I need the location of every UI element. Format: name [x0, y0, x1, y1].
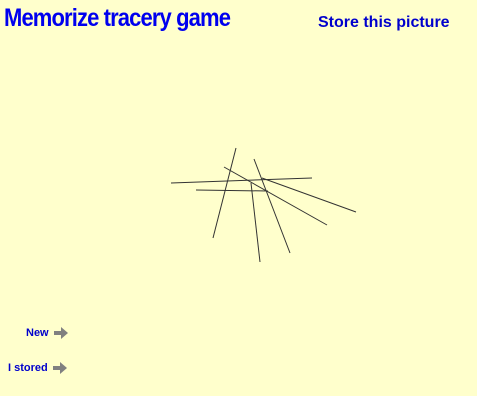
- tracery-line: [253, 158, 291, 254]
- i-stored-button[interactable]: I stored: [8, 362, 67, 374]
- new-label: New: [26, 327, 49, 339]
- right-arrow-icon: [53, 327, 68, 339]
- tracery-line: [195, 189, 269, 192]
- i-stored-label: I stored: [8, 362, 48, 374]
- new-button[interactable]: New: [26, 327, 68, 339]
- tracery-line: [212, 147, 237, 239]
- tracery-line: [261, 177, 357, 213]
- tracery-board: [170, 147, 357, 263]
- right-arrow-icon: [52, 362, 67, 374]
- tracery-line: [170, 177, 313, 184]
- tracery-line: [250, 182, 261, 263]
